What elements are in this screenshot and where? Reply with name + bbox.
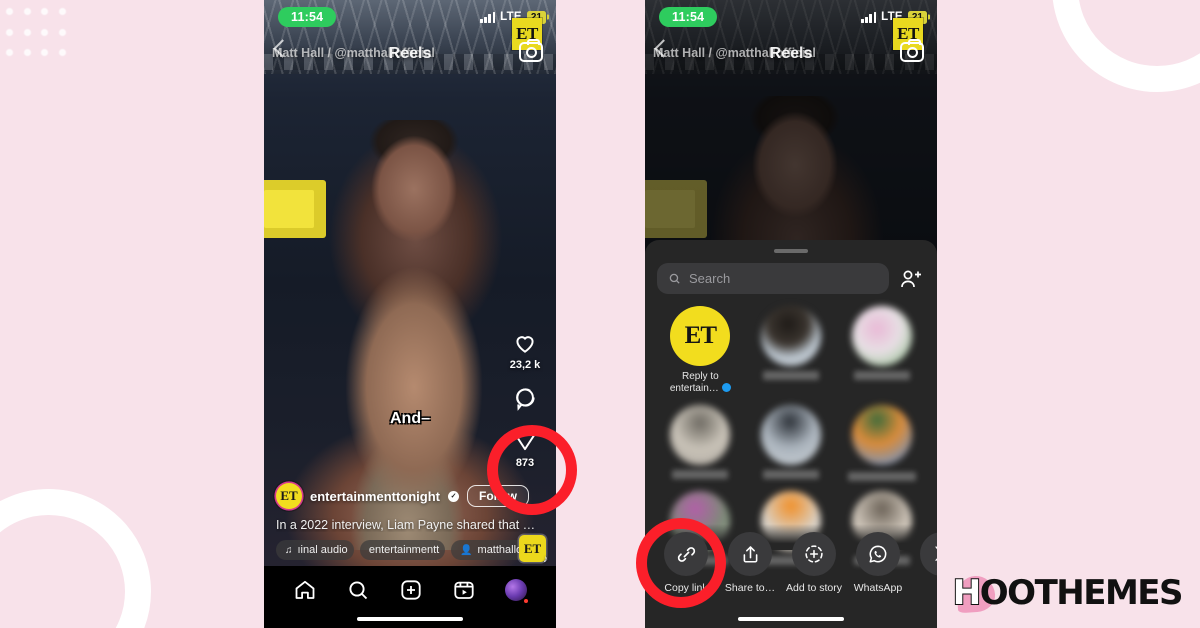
add-story-icon bbox=[805, 545, 823, 563]
camera-icon[interactable] bbox=[519, 39, 543, 62]
person-icon: 👤 bbox=[460, 544, 473, 556]
dot-grid-decor bbox=[6, 8, 76, 70]
list-item[interactable] bbox=[840, 405, 924, 481]
list-item[interactable] bbox=[658, 405, 742, 481]
video-subtitle: And– bbox=[390, 410, 430, 427]
verified-badge-icon bbox=[721, 383, 731, 392]
search-input[interactable]: Search bbox=[657, 263, 889, 294]
status-clock: 11:54 bbox=[659, 7, 718, 27]
list-item[interactable]: ET Reply to entertain… bbox=[658, 306, 742, 395]
x-twitter-icon bbox=[934, 546, 937, 561]
reels-icon[interactable] bbox=[452, 578, 476, 602]
video-background-yellow-panel-inner bbox=[264, 190, 314, 228]
action-label: Share to… bbox=[724, 582, 776, 594]
audio-chip[interactable]: ♫ ıinal audio bbox=[276, 540, 354, 560]
whatsapp-action[interactable]: WhatsApp bbox=[847, 532, 909, 594]
reel-tag-chips: ♫ ıinal audio entertainmentt 👤 matthallo… bbox=[276, 535, 548, 565]
profile-avatar[interactable] bbox=[505, 579, 529, 603]
hoothemes-logo: HOOTHEMES bbox=[952, 572, 1184, 614]
recipient-label bbox=[762, 470, 819, 479]
x-twitter-action[interactable]: X bbox=[911, 532, 937, 594]
avatar bbox=[760, 405, 821, 465]
home-indicator bbox=[738, 616, 844, 621]
search-placeholder: Search bbox=[689, 271, 731, 286]
like-count: 23,2 k bbox=[509, 359, 541, 371]
search-icon[interactable] bbox=[346, 578, 370, 602]
ring-decor-bottom-left bbox=[0, 489, 151, 628]
share-up-icon bbox=[743, 545, 757, 563]
action-circle bbox=[792, 532, 836, 576]
camera-icon[interactable] bbox=[900, 39, 924, 62]
ring-decor-top-right bbox=[1052, 0, 1200, 92]
avatar bbox=[851, 405, 912, 465]
recipient-label bbox=[853, 371, 910, 380]
phone-screen-left: 11:54 LTE 21 Reels Matt Hall / @matthall… bbox=[264, 0, 556, 628]
action-label: Add to story bbox=[785, 582, 843, 594]
action-label: WhatsApp bbox=[853, 582, 903, 594]
recipient-label bbox=[762, 371, 819, 380]
action-circle bbox=[856, 532, 900, 576]
verified-badge-icon: ✓ bbox=[448, 490, 459, 502]
audio-chip-label: ıinal audio bbox=[297, 544, 348, 556]
username-label[interactable]: entertainmenttonight bbox=[310, 489, 440, 504]
home-indicator bbox=[357, 616, 463, 621]
logo-text: HOOTHEMES bbox=[952, 572, 1184, 614]
share-search-row: Search bbox=[655, 263, 927, 294]
list-item[interactable] bbox=[840, 306, 924, 395]
recipient-label bbox=[847, 472, 916, 481]
avatar bbox=[851, 306, 912, 366]
annotation-circle-copy-link bbox=[636, 518, 726, 608]
list-item[interactable] bbox=[749, 405, 833, 481]
status-clock: 11:54 bbox=[278, 7, 337, 27]
logo-letter-h: H bbox=[952, 572, 982, 614]
comment-icon bbox=[516, 388, 535, 411]
avatar: ET bbox=[670, 306, 731, 366]
signal-bars-icon bbox=[480, 11, 496, 23]
action-circle bbox=[920, 532, 937, 576]
create-icon[interactable] bbox=[399, 578, 423, 602]
account-chip[interactable]: entertainmentt bbox=[359, 540, 446, 560]
recipient-label: Reply to entertain… bbox=[660, 371, 740, 395]
action-circle bbox=[728, 532, 772, 576]
account-chip-label: entertainmentt bbox=[368, 544, 440, 556]
logo-wordmark: OOTHEMES bbox=[979, 573, 1184, 613]
add-people-icon[interactable] bbox=[899, 268, 925, 290]
share-to-action[interactable]: Share to… bbox=[719, 532, 781, 594]
signal-bars-icon bbox=[861, 11, 877, 23]
annotation-circle-share bbox=[487, 425, 577, 515]
audio-album-thumbnail[interactable]: ET bbox=[519, 535, 548, 565]
like-button[interactable]: 23,2 k bbox=[509, 330, 541, 371]
music-note-icon: ♫ bbox=[285, 544, 293, 556]
whatsapp-icon bbox=[869, 545, 887, 563]
recipient-label bbox=[672, 470, 729, 479]
sheet-grabber[interactable] bbox=[774, 249, 808, 253]
video-background-yellow-panel-inner bbox=[645, 190, 695, 228]
list-item[interactable] bbox=[749, 306, 833, 395]
avatar[interactable]: ET bbox=[276, 483, 302, 509]
add-to-story-action[interactable]: Add to story bbox=[783, 532, 845, 594]
avatar bbox=[670, 405, 731, 465]
search-icon bbox=[669, 273, 680, 284]
home-icon[interactable] bbox=[293, 578, 317, 602]
heart-icon bbox=[516, 336, 534, 353]
screenshot-canvas: 11:54 LTE 21 Reels Matt Hall / @matthall… bbox=[0, 0, 1200, 628]
avatar bbox=[760, 306, 821, 366]
reel-caption[interactable]: In a 2022 interview, Liam Payne shared t… bbox=[276, 518, 544, 532]
